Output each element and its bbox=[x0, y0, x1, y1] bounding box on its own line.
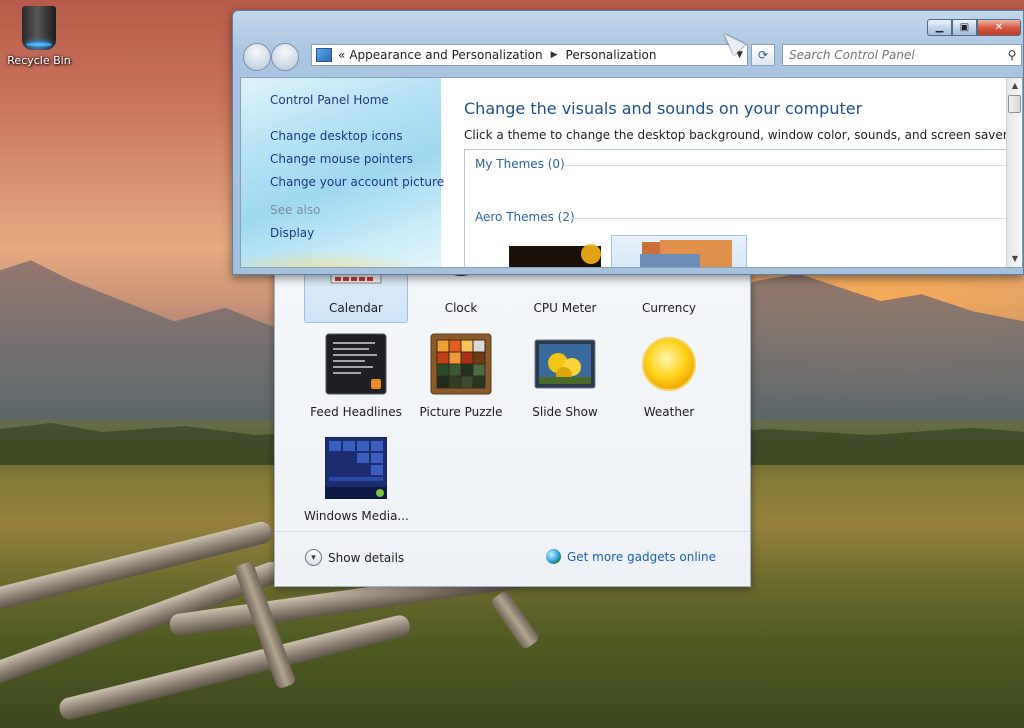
refresh-button[interactable]: ⟳ bbox=[751, 44, 775, 66]
change-mouse-pointers-link[interactable]: Change mouse pointers bbox=[270, 152, 413, 166]
windows-media-gadget-icon bbox=[324, 436, 388, 500]
globe-icon bbox=[545, 549, 561, 564]
gadget-label: Calendar bbox=[329, 301, 383, 315]
search-input[interactable] bbox=[783, 45, 1003, 65]
page-title: Change the visuals and sounds on your co… bbox=[464, 99, 863, 118]
main-pane: Change the visuals and sounds on your co… bbox=[441, 78, 1006, 267]
close-button[interactable]: ✕ bbox=[977, 19, 1021, 36]
themes-list: My Themes (0) Aero Themes (2) bbox=[464, 149, 1006, 267]
back-button[interactable] bbox=[243, 43, 271, 71]
vertical-scrollbar[interactable]: ▲ ▼ bbox=[1006, 78, 1022, 267]
gadget-label: Windows Media... bbox=[304, 509, 409, 523]
page-description: Click a theme to change the desktop back… bbox=[464, 128, 1006, 142]
slide-show-gadget-icon bbox=[534, 333, 596, 395]
display-link[interactable]: Display bbox=[270, 226, 314, 240]
recycle-bin-icon bbox=[22, 6, 56, 50]
gadget-label: Slide Show bbox=[532, 405, 598, 419]
theme-group-label: Aero Themes (2) bbox=[475, 210, 575, 224]
gadget-label: Weather bbox=[643, 405, 695, 419]
desktop-icon-label: Recycle Bin bbox=[7, 54, 71, 67]
gadget-slide-show[interactable]: Slide Show bbox=[513, 333, 617, 419]
forward-button[interactable] bbox=[271, 43, 299, 71]
gadget-picture-puzzle[interactable]: Picture Puzzle bbox=[409, 333, 513, 419]
gadget-label: Clock bbox=[444, 301, 478, 315]
theme-group-my-themes: My Themes (0) bbox=[475, 157, 1006, 171]
show-details-label: Show details bbox=[328, 550, 405, 565]
restore-icon: ▣ bbox=[959, 22, 970, 33]
control-panel-home-link[interactable]: Control Panel Home bbox=[270, 93, 389, 107]
window-controls: ▁ ▣ ✕ bbox=[927, 19, 1021, 36]
task-pane: Control Panel Home Change desktop icons … bbox=[241, 78, 444, 267]
desktop-icon-recycle-bin[interactable]: Recycle Bin bbox=[6, 6, 72, 67]
address-overflow-chevron[interactable]: « bbox=[338, 48, 345, 62]
control-panel-window: ▁ ▣ ✕ « Appearance and Personalization ▶… bbox=[232, 10, 1024, 275]
gadget-label: Currency bbox=[641, 301, 697, 315]
window-content: Control Panel Home Change desktop icons … bbox=[240, 77, 1023, 268]
gadgets-footer: ▾ Show details Get more gadgets online bbox=[275, 531, 750, 586]
divider bbox=[565, 165, 1006, 166]
breadcrumb-personalization[interactable]: Personalization bbox=[566, 48, 657, 62]
minimize-button[interactable]: ▁ bbox=[927, 19, 952, 36]
divider bbox=[569, 218, 1006, 219]
minimize-icon: ▁ bbox=[935, 22, 944, 33]
refresh-icon: ⟳ bbox=[757, 48, 769, 62]
theme-group-label: My Themes (0) bbox=[475, 157, 565, 171]
gadget-weather[interactable]: Weather bbox=[617, 333, 721, 419]
change-account-picture-link[interactable]: Change your account picture bbox=[270, 175, 444, 189]
change-desktop-icons-link[interactable]: Change desktop icons bbox=[270, 129, 403, 143]
gadget-feed-headlines[interactable]: Feed Headlines bbox=[304, 333, 408, 419]
gadget-label: CPU Meter bbox=[533, 301, 597, 315]
maximize-button[interactable]: ▣ bbox=[952, 19, 977, 36]
chevron-down-icon: ▾ bbox=[305, 549, 322, 566]
get-more-gadgets-label: Get more gadgets online bbox=[566, 549, 716, 564]
gadget-windows-media[interactable]: Windows Media... bbox=[304, 436, 409, 523]
theme-group-aero-themes: Aero Themes (2) bbox=[475, 210, 1006, 224]
scroll-up-icon[interactable]: ▲ bbox=[1007, 78, 1023, 94]
close-icon: ✕ bbox=[994, 22, 1004, 33]
weather-gadget-icon bbox=[638, 333, 700, 395]
breadcrumb-separator-icon[interactable]: ▶ bbox=[551, 50, 558, 60]
gadgets-gallery: Calendar Clock CPU Meter Currency Feed H… bbox=[274, 250, 751, 587]
show-details-button[interactable]: ▾ Show details bbox=[305, 549, 404, 566]
see-also-heading: See also bbox=[270, 203, 321, 217]
gadget-label: Feed Headlines bbox=[310, 405, 402, 419]
search-box[interactable]: ⚲ bbox=[782, 44, 1022, 66]
theme-thumb-landscapes[interactable] bbox=[611, 235, 747, 267]
breadcrumb-appearance[interactable]: Appearance and Personalization bbox=[349, 48, 542, 62]
theme-thumb-windows[interactable] bbox=[509, 238, 601, 267]
scroll-thumb[interactable] bbox=[1008, 95, 1021, 113]
feed-headlines-gadget-icon bbox=[325, 333, 387, 395]
scroll-down-icon[interactable]: ▼ bbox=[1007, 251, 1023, 267]
address-bar[interactable]: « Appearance and Personalization ▶ Perso… bbox=[311, 44, 748, 66]
picture-puzzle-gadget-icon bbox=[430, 333, 492, 395]
gadget-label: Picture Puzzle bbox=[419, 405, 503, 419]
search-icon[interactable]: ⚲ bbox=[1003, 48, 1021, 62]
get-more-gadgets-link[interactable]: Get more gadgets online bbox=[545, 549, 716, 564]
control-panel-icon bbox=[316, 48, 332, 62]
